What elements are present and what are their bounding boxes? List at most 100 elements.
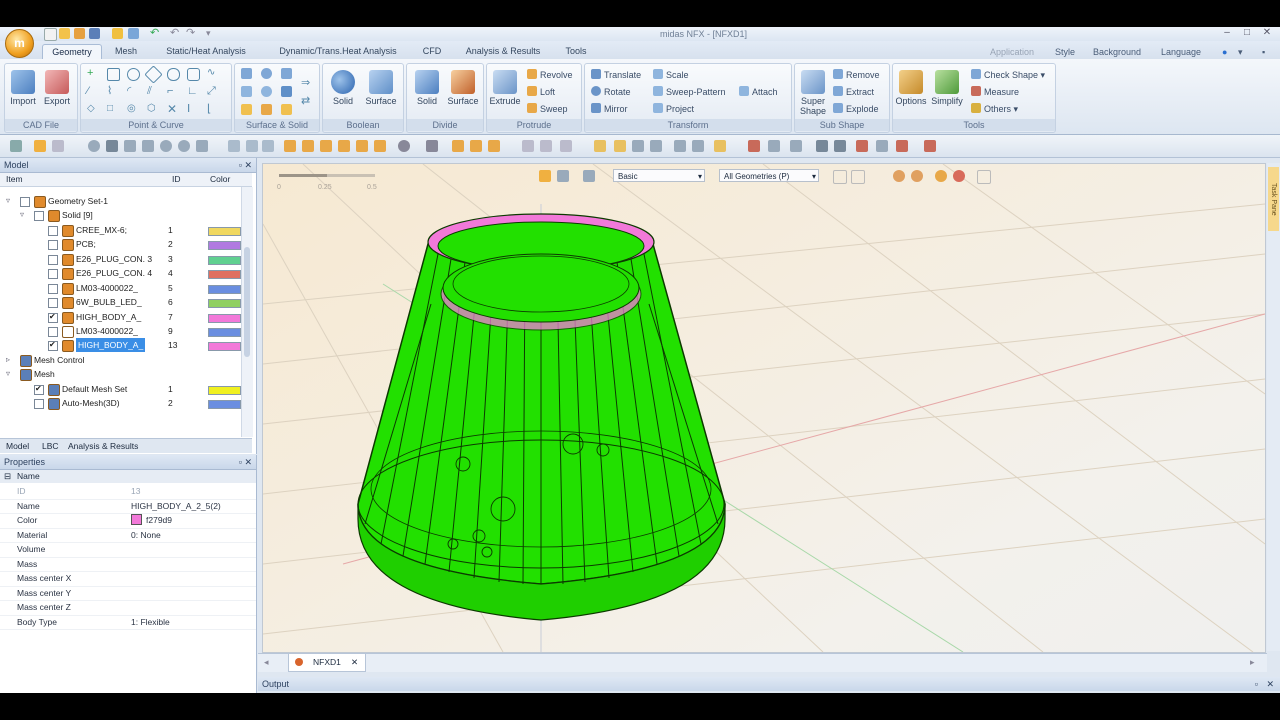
extend-icon[interactable]: Ⅰ bbox=[187, 104, 198, 115]
tree-row[interactable]: HIGH_BODY_A_ 7 bbox=[0, 310, 241, 324]
corner-icon[interactable]: ⌊ bbox=[207, 104, 218, 115]
ungroup-icon[interactable] bbox=[834, 140, 846, 152]
box-solid-icon[interactable] bbox=[241, 68, 252, 79]
output-close-icon[interactable]: ✕ bbox=[1266, 677, 1274, 691]
measure-button[interactable]: Measure bbox=[971, 85, 1019, 99]
rotate-view-2-icon[interactable] bbox=[178, 140, 190, 152]
application-link[interactable]: Application bbox=[990, 47, 1034, 57]
visibility-checkbox[interactable] bbox=[48, 338, 58, 352]
property-value-cell[interactable]: 0: None bbox=[131, 528, 161, 543]
tree-row[interactable]: LM03-4000022_ 9 bbox=[0, 324, 241, 338]
minimize-icon[interactable]: – bbox=[1217, 27, 1237, 40]
output-panel-header[interactable]: Output ▫ ✕ bbox=[258, 677, 1280, 691]
undo-dropdown-icon[interactable]: ↶ bbox=[170, 28, 181, 39]
color-swatch[interactable] bbox=[208, 342, 241, 351]
pointer-icon[interactable] bbox=[10, 140, 22, 152]
extrude-button[interactable]: Extrude bbox=[489, 68, 521, 114]
iso-view-icon[interactable] bbox=[284, 140, 296, 152]
rounded-rect-icon[interactable] bbox=[187, 68, 200, 81]
lock-icon[interactable] bbox=[52, 140, 64, 152]
select-cursor-icon[interactable] bbox=[557, 170, 569, 182]
distribute-icon[interactable] bbox=[692, 140, 704, 152]
filter-icon[interactable] bbox=[790, 140, 802, 152]
color-swatch[interactable] bbox=[208, 270, 241, 279]
clipboard-icon[interactable] bbox=[128, 28, 139, 39]
tab-geometry[interactable]: Geometry bbox=[42, 44, 102, 60]
remove-button[interactable]: Remove bbox=[833, 68, 880, 82]
arrow-icon[interactable]: ⇒ bbox=[301, 78, 312, 89]
sphere-icon[interactable] bbox=[261, 68, 272, 79]
attach-button[interactable]: Attach bbox=[739, 85, 778, 99]
visibility-checkbox[interactable] bbox=[34, 211, 44, 221]
group-icon[interactable] bbox=[816, 140, 828, 152]
others-button[interactable]: Others ▾ bbox=[971, 102, 1018, 116]
property-row[interactable]: Mass center X bbox=[0, 571, 256, 587]
sweep-button[interactable]: Sweep bbox=[527, 102, 568, 116]
isolate-icon[interactable] bbox=[977, 170, 991, 184]
tree-row[interactable]: ▿ Mesh bbox=[0, 367, 240, 381]
coordinate-icon[interactable] bbox=[650, 140, 662, 152]
color-swatch[interactable] bbox=[208, 285, 241, 294]
folder-icon[interactable] bbox=[112, 28, 123, 39]
open-recent-icon[interactable] bbox=[74, 28, 85, 39]
tree-row[interactable]: ▿ Solid [9] bbox=[0, 208, 240, 222]
pan-icon[interactable] bbox=[142, 140, 154, 152]
super-shape-button[interactable]: Super Shape bbox=[797, 68, 829, 116]
property-row[interactable]: Mass bbox=[0, 557, 256, 572]
property-color-swatch[interactable] bbox=[131, 514, 142, 525]
dimension-icon[interactable] bbox=[632, 140, 644, 152]
property-row[interactable]: ID 13 bbox=[0, 484, 256, 500]
sweep-pattern-button[interactable]: Sweep-Pattern bbox=[653, 85, 726, 99]
select-filter-icon[interactable] bbox=[539, 170, 551, 182]
capture-icon[interactable] bbox=[522, 140, 534, 152]
simplify-button[interactable]: Simplify bbox=[931, 68, 963, 114]
background-menu[interactable]: Background bbox=[1093, 47, 1141, 57]
table-icon[interactable] bbox=[768, 140, 780, 152]
measure-distance-icon[interactable] bbox=[594, 140, 606, 152]
properties-pin-icon[interactable]: ▫ bbox=[239, 455, 242, 469]
zoom-window-icon[interactable] bbox=[106, 140, 118, 152]
panel-close-icon[interactable]: ✕ bbox=[244, 158, 252, 172]
property-row[interactable]: Mass center Z bbox=[0, 600, 256, 616]
record-icon[interactable] bbox=[540, 140, 552, 152]
mirror-button[interactable]: Mirror bbox=[591, 102, 628, 116]
export-button[interactable]: Export bbox=[41, 68, 73, 114]
divide-solid-button[interactable]: Solid bbox=[411, 68, 443, 114]
visibility-checkbox[interactable] bbox=[34, 382, 44, 396]
front-view-icon[interactable] bbox=[302, 140, 314, 152]
task-pane-tab[interactable]: Task Pane bbox=[1268, 167, 1279, 231]
zoom-area-icon[interactable] bbox=[124, 140, 136, 152]
save-icon[interactable] bbox=[89, 28, 100, 39]
report-icon[interactable] bbox=[896, 140, 908, 152]
visibility-checkbox[interactable] bbox=[34, 399, 44, 409]
tree-row[interactable]: E26_PLUG_CON. 4 4 bbox=[0, 266, 241, 280]
offset-icon[interactable]: ⫽ bbox=[147, 86, 158, 97]
open-folder-icon[interactable] bbox=[59, 28, 70, 39]
select-add-icon[interactable] bbox=[893, 170, 905, 182]
expand-icon[interactable]: ▹ bbox=[6, 353, 10, 367]
display-3-icon[interactable] bbox=[488, 140, 500, 152]
3d-viewport[interactable]: 0 0.25 0.5 Basic ▾ All Geometries (P) ▾ bbox=[262, 163, 1266, 653]
tab-analysis-results[interactable]: Analysis & Results bbox=[458, 44, 548, 59]
cylinder-icon[interactable] bbox=[241, 86, 252, 97]
tree-row[interactable]: Default Mesh Set 1 bbox=[0, 382, 241, 396]
tree-row[interactable]: LM03-4000022_ 5 bbox=[0, 281, 241, 295]
rotate-view-icon[interactable] bbox=[160, 140, 172, 152]
new-file-icon[interactable] bbox=[44, 28, 57, 41]
language-menu[interactable]: Language bbox=[1161, 47, 1201, 57]
visibility-checkbox[interactable] bbox=[48, 269, 58, 279]
help-dropdown-icon[interactable]: ▾ bbox=[1238, 47, 1243, 58]
tab-static-heat-analysis[interactable]: Static/Heat Analysis bbox=[154, 44, 258, 59]
surface-loft-icon[interactable] bbox=[281, 104, 292, 115]
property-value-cell[interactable]: 13 bbox=[131, 484, 140, 499]
color-swatch[interactable] bbox=[208, 299, 241, 308]
snap-icon[interactable] bbox=[246, 140, 258, 152]
ellipse-icon[interactable] bbox=[167, 68, 180, 81]
display-icon[interactable] bbox=[452, 140, 464, 152]
square-icon[interactable]: □ bbox=[107, 104, 118, 115]
tree-scroll-thumb[interactable] bbox=[244, 247, 250, 357]
property-row[interactable]: Name HIGH_BODY_A_2_5(2) bbox=[0, 499, 256, 514]
book-icon[interactable] bbox=[748, 140, 760, 152]
color-swatch[interactable] bbox=[208, 256, 241, 265]
minimize-ribbon-icon[interactable]: ▪ bbox=[1262, 47, 1265, 57]
